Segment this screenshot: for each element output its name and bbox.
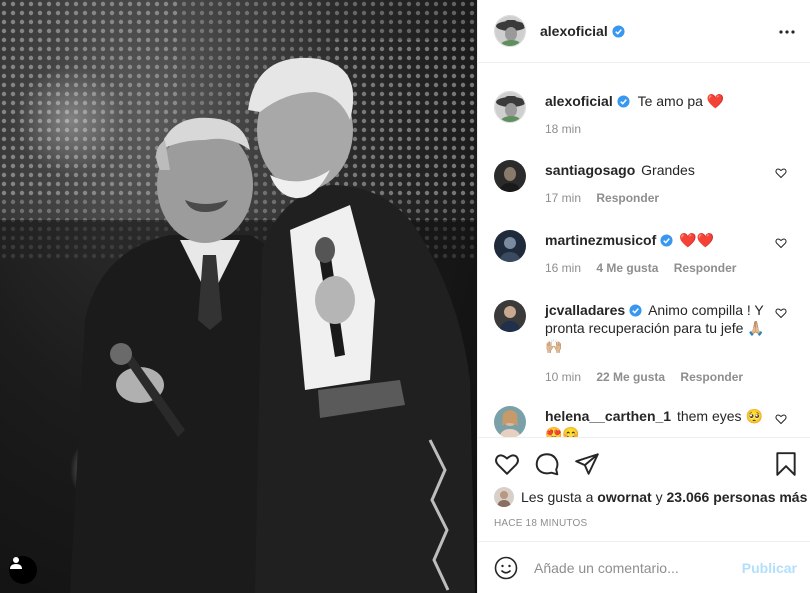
reply-button[interactable]: Responder bbox=[596, 191, 659, 205]
caption-time: 18 min bbox=[545, 122, 582, 136]
post-timestamp[interactable]: HACE 18 MINUTOS bbox=[494, 518, 587, 529]
comment-body: martinezmusicof ❤️❤️ bbox=[545, 231, 767, 249]
likes-summary[interactable]: Les gusta a owornat y 23.066 personas má… bbox=[494, 486, 807, 508]
comment-item: jcvalladares Animo compilla ! Y pronta r… bbox=[494, 300, 799, 390]
comment-username[interactable]: jcvalladares bbox=[545, 302, 625, 318]
caption-text: Te amo pa ❤️ bbox=[637, 93, 725, 109]
caption-username[interactable]: alexoficial bbox=[545, 93, 613, 109]
comment-likes[interactable]: 22 Me gusta bbox=[596, 370, 665, 384]
comment-body: jcvalladares Animo compilla ! Y pronta r… bbox=[545, 301, 767, 355]
verified-badge-icon bbox=[660, 234, 673, 247]
comment-time: 16 min bbox=[545, 261, 582, 275]
paper-plane-icon[interactable] bbox=[574, 451, 600, 477]
comment-text: ❤️❤️ bbox=[679, 232, 715, 248]
caption-avatar[interactable] bbox=[494, 91, 526, 123]
comment-avatar[interactable] bbox=[494, 160, 526, 192]
comment-like-icon[interactable] bbox=[775, 413, 787, 425]
reply-button[interactable]: Responder bbox=[674, 261, 737, 275]
caption-body: alexoficial Te amo pa ❤️ bbox=[545, 92, 767, 110]
comment-input[interactable] bbox=[534, 557, 734, 579]
photo-illustration bbox=[0, 0, 477, 593]
post-side-panel: alexoficial alexoficial Te amo pa ❤️ 18 … bbox=[477, 0, 810, 593]
more-options-button[interactable] bbox=[777, 22, 797, 42]
verified-badge-icon bbox=[617, 95, 630, 108]
likes-count[interactable]: 23.066 personas más bbox=[667, 489, 808, 505]
author-avatar[interactable] bbox=[494, 15, 526, 47]
comment-item: martinezmusicof ❤️❤️ 16 min 4 Me gusta R… bbox=[494, 230, 799, 290]
comment-avatar-image bbox=[494, 300, 526, 332]
comment-avatar[interactable] bbox=[494, 406, 526, 437]
reply-button[interactable]: Responder bbox=[680, 370, 743, 384]
comment-meta: 17 min Responder bbox=[545, 191, 671, 205]
comment-meta: 16 min 4 Me gusta Responder bbox=[545, 261, 748, 275]
caption-meta: 18 min bbox=[545, 122, 593, 136]
comment-time: 17 min bbox=[545, 191, 582, 205]
comment-avatar-image bbox=[494, 160, 526, 192]
comment-like-icon[interactable] bbox=[775, 307, 787, 319]
comment-body: helena__carthen_1 them eyes 🥺 😍😊 bbox=[545, 407, 767, 437]
liker-username[interactable]: owornat bbox=[597, 489, 651, 505]
bookmark-icon[interactable] bbox=[773, 451, 799, 477]
comment-bubble-icon[interactable] bbox=[534, 451, 560, 477]
comment-username[interactable]: helena__carthen_1 bbox=[545, 408, 671, 424]
user-tag-icon bbox=[10, 557, 22, 569]
verified-badge-icon bbox=[629, 304, 642, 317]
author-avatar-image bbox=[495, 16, 525, 46]
comments-list[interactable]: alexoficial Te amo pa ❤️ 18 min santiago… bbox=[478, 64, 810, 438]
more-options-icon bbox=[779, 30, 795, 34]
verified-badge-icon bbox=[612, 24, 625, 38]
comment-like-icon[interactable] bbox=[775, 237, 787, 249]
publish-button[interactable]: Publicar bbox=[742, 560, 797, 576]
comment-avatar-image bbox=[494, 230, 526, 262]
likes-middle: y bbox=[655, 489, 663, 505]
liker-avatar-image bbox=[494, 487, 514, 507]
comment-username[interactable]: santiagosago bbox=[545, 162, 635, 178]
heart-icon[interactable] bbox=[494, 451, 520, 477]
comment-avatar[interactable] bbox=[494, 230, 526, 262]
comment-likes[interactable]: 4 Me gusta bbox=[596, 261, 658, 275]
comment-body: santiagosago Grandes bbox=[545, 161, 767, 179]
comment-item: helena__carthen_1 them eyes 🥺 😍😊 bbox=[494, 406, 799, 437]
post-header: alexoficial bbox=[478, 0, 810, 63]
comment-item: santiagosago Grandes 17 min Responder bbox=[494, 160, 799, 220]
liker-avatar bbox=[494, 487, 514, 507]
comment-avatar-image bbox=[494, 406, 526, 437]
caption-avatar-image bbox=[495, 92, 525, 122]
emoji-smiley-icon[interactable] bbox=[494, 556, 518, 580]
comment-like-icon[interactable] bbox=[775, 167, 787, 179]
comment-time: 10 min bbox=[545, 370, 582, 384]
comment-username[interactable]: martinezmusicof bbox=[545, 232, 656, 248]
add-comment-bar: Publicar bbox=[478, 541, 810, 593]
user-tag-button[interactable] bbox=[9, 556, 37, 584]
author-username[interactable]: alexoficial bbox=[540, 23, 608, 39]
likes-prefix: Les gusta a bbox=[521, 489, 594, 505]
caption: alexoficial Te amo pa ❤️ 18 min bbox=[494, 91, 799, 151]
comment-meta: 10 min 22 Me gusta Responder bbox=[545, 370, 755, 384]
post-photo[interactable] bbox=[0, 0, 477, 593]
action-bar bbox=[478, 439, 810, 483]
comment-text: Grandes bbox=[641, 162, 695, 178]
comment-avatar[interactable] bbox=[494, 300, 526, 332]
